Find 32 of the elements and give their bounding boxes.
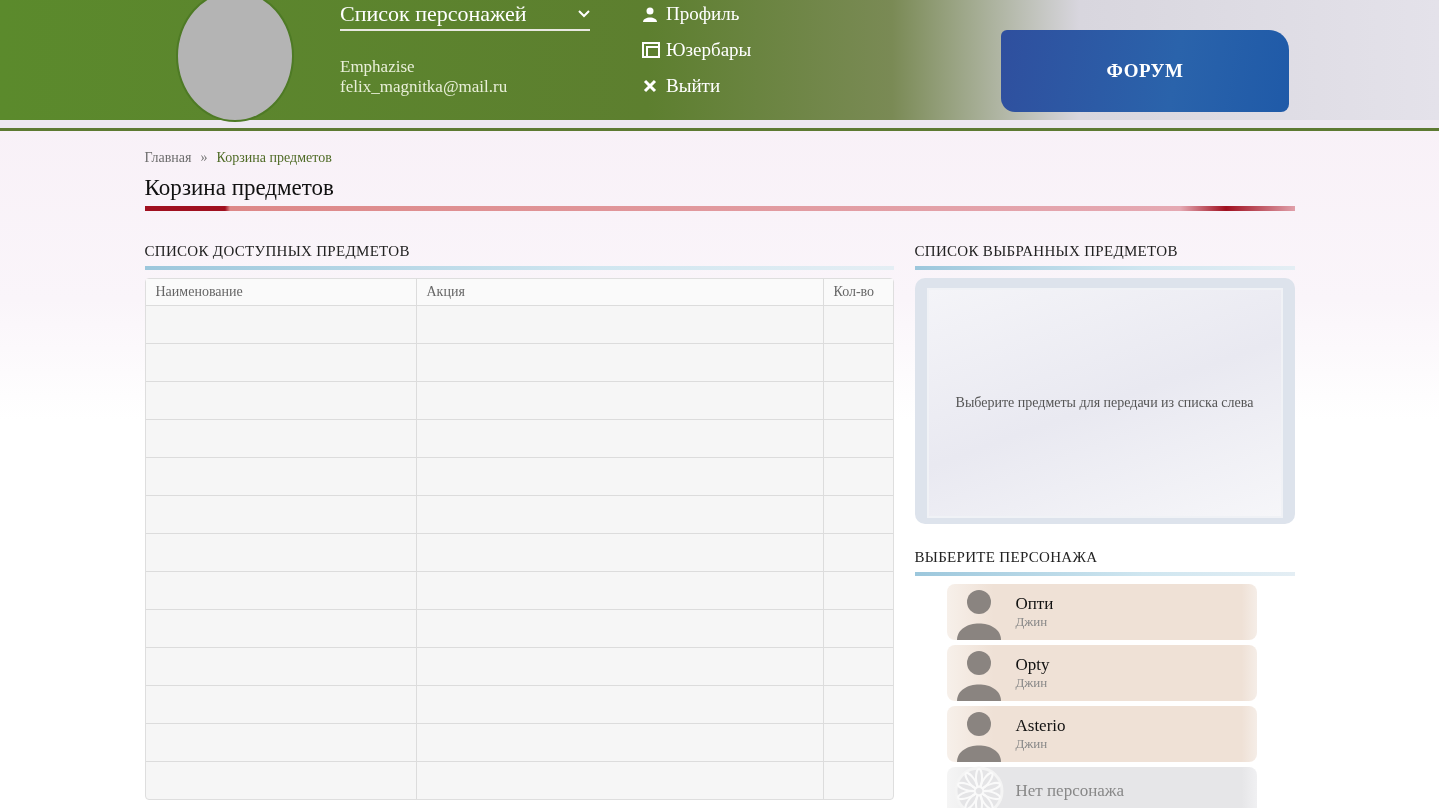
character-race: Джин: [1015, 736, 1049, 752]
column-header: Кол-во: [822, 279, 893, 305]
character-dropdown[interactable]: Список персонажей: [340, 1, 590, 31]
character-card[interactable]: Opty Джин: [946, 645, 1257, 701]
section-heading: СПИСОК ВЫБРАННЫХ ПРЕДМЕТОВ: [914, 243, 1179, 260]
forum-button[interactable]: ФОРУМ: [1001, 30, 1289, 112]
character-name: Опти: [1015, 594, 1054, 614]
character-card[interactable]: Нет персонажа: [946, 767, 1257, 808]
breadcrumb-separator: »: [200, 150, 208, 166]
character-card[interactable]: Опти Джин: [946, 584, 1257, 640]
character-name: Asterio: [1015, 716, 1066, 736]
nav-link[interactable]: Профиль: [642, 2, 752, 26]
account-name: Emphazise: [340, 57, 416, 77]
character-name: Opty: [1015, 655, 1050, 675]
character-name: Нет персонажа: [1015, 781, 1125, 801]
breadcrumb-link[interactable]: Главная: [144, 150, 192, 166]
empty-message: Выберите предметы для передачи из списка слева: [955, 395, 1254, 411]
column-header: Акция: [415, 279, 823, 305]
page-title: Корзина предметов: [144, 174, 335, 202]
section-heading: СПИСОК ДОСТУПНЫХ ПРЕДМЕТОВ: [144, 243, 411, 260]
character-race: Джин: [1015, 614, 1049, 630]
account-email: felix_magnitka@mail.ru: [340, 77, 509, 97]
person-icon: [642, 6, 660, 22]
windows-icon: [642, 42, 660, 58]
chevron-down-icon: [578, 10, 590, 18]
character-race: Джин: [1015, 675, 1049, 691]
breadcrumb-link[interactable]: Корзина предметов: [216, 150, 332, 166]
nav-link[interactable]: Юзербары: [642, 38, 752, 62]
section-heading: ВЫБЕРИТЕ ПЕРСОНАЖА: [914, 549, 1099, 566]
column-header: Наименование: [154, 283, 244, 301]
character-card[interactable]: Asterio Джин: [946, 706, 1257, 762]
nav-link[interactable]: Выйти: [642, 74, 752, 98]
